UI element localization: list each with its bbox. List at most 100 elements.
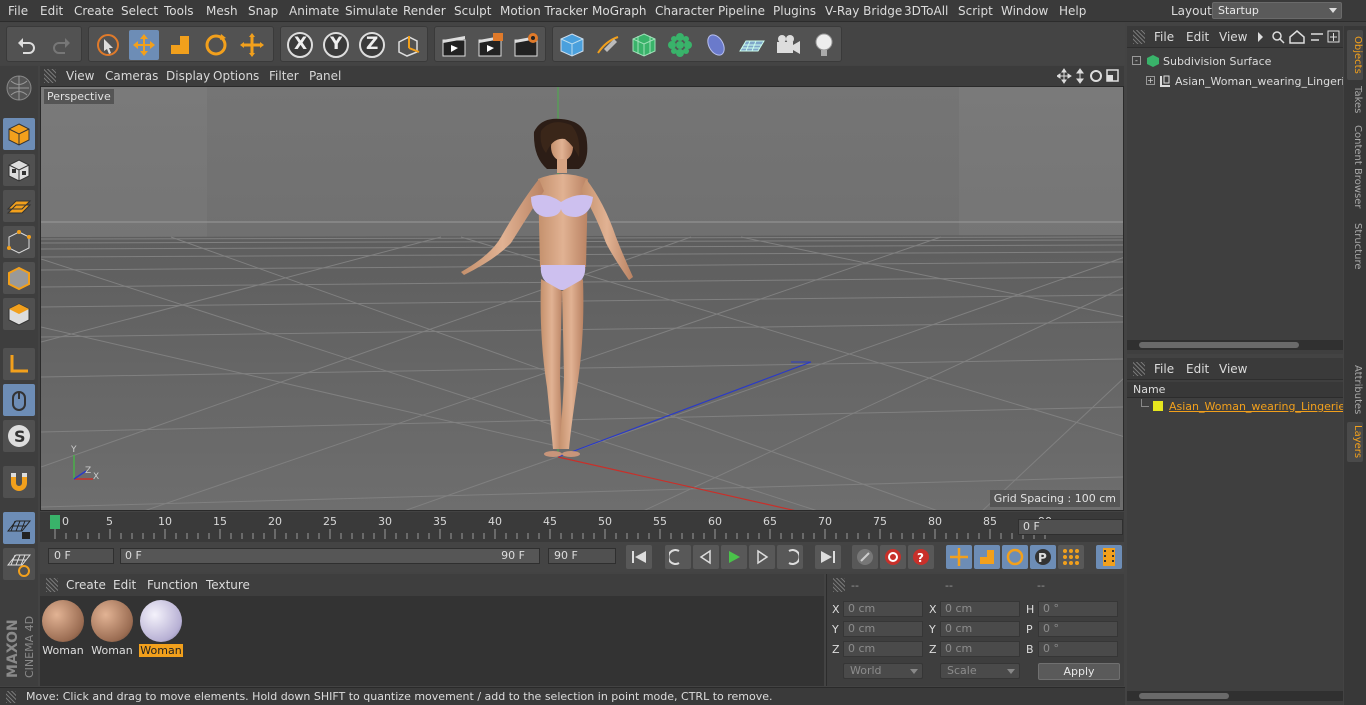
layer-manager-scrollbar[interactable] [1127, 691, 1343, 701]
menu-pipeline[interactable]: Pipeline [718, 4, 765, 18]
perspective-viewport[interactable]: Y X Z Perspective Grid Spacing : 100 cm [40, 86, 1124, 511]
layer-menu-file[interactable]: File [1154, 362, 1174, 376]
timeline-ruler[interactable]: 0 5 10 15 20 25 30 35 40 45 50 55 60 65 … [40, 512, 1124, 542]
camera-label[interactable]: Perspective [44, 89, 114, 104]
object-row-asian-woman[interactable]: + Asian_Woman_wearing_Lingerie [1127, 72, 1343, 92]
tab-attributes[interactable]: Attributes [1347, 362, 1363, 418]
cloner-button[interactable] [665, 30, 695, 60]
render-view-button[interactable] [439, 30, 469, 60]
camera-object-button[interactable] [773, 30, 803, 60]
panel-grip-icon[interactable] [833, 578, 845, 592]
frame-range-slider[interactable]: 0 F 90 F [120, 548, 540, 564]
material-menu-create[interactable]: Create [66, 578, 106, 592]
menu-create[interactable]: Create [74, 4, 114, 18]
menu-motion-tracker[interactable]: Motion Tracker [500, 4, 588, 18]
collapse-toggle-icon[interactable]: - [1132, 56, 1141, 65]
autokeying-button[interactable] [880, 545, 906, 569]
menu-file[interactable]: File [8, 4, 28, 18]
viewport-menu-filter[interactable]: Filter [269, 69, 299, 83]
object-menu-edit[interactable]: Edit [1186, 30, 1209, 44]
viewport-menu-display[interactable]: Display [166, 69, 210, 83]
redo-button[interactable] [47, 30, 77, 60]
go-to-end-button[interactable] [815, 545, 841, 569]
pos-y-field[interactable]: 0 cm [843, 621, 923, 637]
material-menu-edit[interactable]: Edit [113, 578, 136, 592]
point-level-key-button[interactable] [1058, 545, 1084, 569]
scrollbar-thumb[interactable] [1139, 342, 1299, 348]
material-menu-function[interactable]: Function [147, 578, 198, 592]
model-mode-button[interactable] [3, 118, 35, 150]
layout-select[interactable]: Startup [1212, 2, 1342, 19]
position-key-button[interactable] [946, 545, 972, 569]
floor-object-button[interactable] [737, 30, 767, 60]
menu-window[interactable]: Window [1001, 4, 1048, 18]
viewport-nav-icons[interactable] [1057, 68, 1121, 84]
live-selection-button[interactable] [93, 30, 123, 60]
object-menu-view[interactable]: View [1219, 30, 1247, 44]
move-tool-button[interactable] [129, 30, 159, 60]
menu-mesh[interactable]: Mesh [206, 4, 238, 18]
rotation-key-button[interactable] [1002, 545, 1028, 569]
menu-plugins[interactable]: Plugins [773, 4, 816, 18]
lock-z-axis-button[interactable]: Z [357, 30, 387, 60]
menu-character[interactable]: Character [655, 4, 714, 18]
points-mode-button[interactable] [3, 226, 35, 258]
menu-select[interactable]: Select [121, 4, 158, 18]
lock-y-axis-button[interactable]: Y [321, 30, 351, 60]
play-forward-button[interactable] [721, 545, 747, 569]
next-frame-button[interactable] [749, 545, 775, 569]
size-x-field[interactable]: 0 cm [940, 601, 1020, 617]
menu-edit[interactable]: Edit [40, 4, 63, 18]
apply-button[interactable]: Apply [1038, 663, 1120, 680]
make-editable-button[interactable] [3, 72, 35, 104]
menu-mograph[interactable]: MoGraph [592, 4, 647, 18]
render-to-picture-viewer-button[interactable] [475, 30, 505, 60]
texture-mode-button[interactable] [3, 154, 35, 186]
workplane-mode-button[interactable] [3, 190, 35, 222]
layer-menu-edit[interactable]: Edit [1186, 362, 1209, 376]
solo-mode-button[interactable]: S [3, 420, 35, 452]
viewport-menu-view[interactable]: View [66, 69, 94, 83]
pen-spline-button[interactable] [593, 30, 623, 60]
current-frame-field[interactable]: 0 F [1018, 519, 1123, 535]
lock-x-axis-button[interactable]: X [285, 30, 315, 60]
quantize-button[interactable] [3, 512, 35, 544]
undo-button[interactable] [11, 30, 41, 60]
tab-layers[interactable]: Layers [1347, 422, 1363, 462]
menu-render[interactable]: Render [403, 4, 446, 18]
scrollbar-thumb[interactable] [1139, 693, 1229, 699]
scale-tool-button[interactable] [165, 30, 195, 60]
tweak-mode-button[interactable] [3, 384, 35, 416]
size-mode-dropdown[interactable]: Scale [940, 663, 1020, 679]
size-y-field[interactable]: 0 cm [940, 621, 1020, 637]
grid-snap-button[interactable] [3, 548, 35, 580]
light-object-button[interactable] [809, 30, 839, 60]
expand-toggle-icon[interactable]: + [1146, 76, 1155, 85]
menu-tools[interactable]: Tools [164, 4, 194, 18]
recent-tool-button[interactable] [237, 30, 267, 60]
material-menu-texture[interactable]: Texture [206, 578, 250, 592]
panel-grip-icon[interactable] [44, 69, 56, 83]
layer-row[interactable]: Asian_Woman_wearing_Lingerie_ [1127, 398, 1343, 418]
rotate-tool-button[interactable] [201, 30, 231, 60]
menu-animate[interactable]: Animate [289, 4, 339, 18]
previous-key-button[interactable] [665, 545, 691, 569]
parameter-key-button[interactable]: P [1030, 545, 1056, 569]
object-menu-file[interactable]: File [1154, 30, 1174, 44]
panel-grip-icon[interactable] [46, 578, 58, 592]
panel-grip-icon[interactable] [1133, 362, 1145, 376]
menu-3dtoall[interactable]: 3DToAll [904, 4, 948, 18]
material-item[interactable]: Woman [90, 600, 134, 657]
tab-content-browser[interactable]: Content Browser [1347, 122, 1363, 212]
go-to-start-button[interactable] [626, 545, 652, 569]
viewport-menu-cameras[interactable]: Cameras [105, 69, 158, 83]
object-manager-scrollbar[interactable] [1127, 340, 1343, 350]
menu-simulate[interactable]: Simulate [345, 4, 398, 18]
viewport-menu-panel[interactable]: Panel [309, 69, 341, 83]
next-key-button[interactable] [777, 545, 803, 569]
viewport-menu-options[interactable]: Options [213, 69, 259, 83]
object-manager-tool-icons[interactable] [1257, 30, 1341, 44]
panel-grip-icon[interactable] [1133, 30, 1145, 44]
rot-p-field[interactable]: 0 ° [1038, 621, 1118, 637]
scale-key-button[interactable] [974, 545, 1000, 569]
